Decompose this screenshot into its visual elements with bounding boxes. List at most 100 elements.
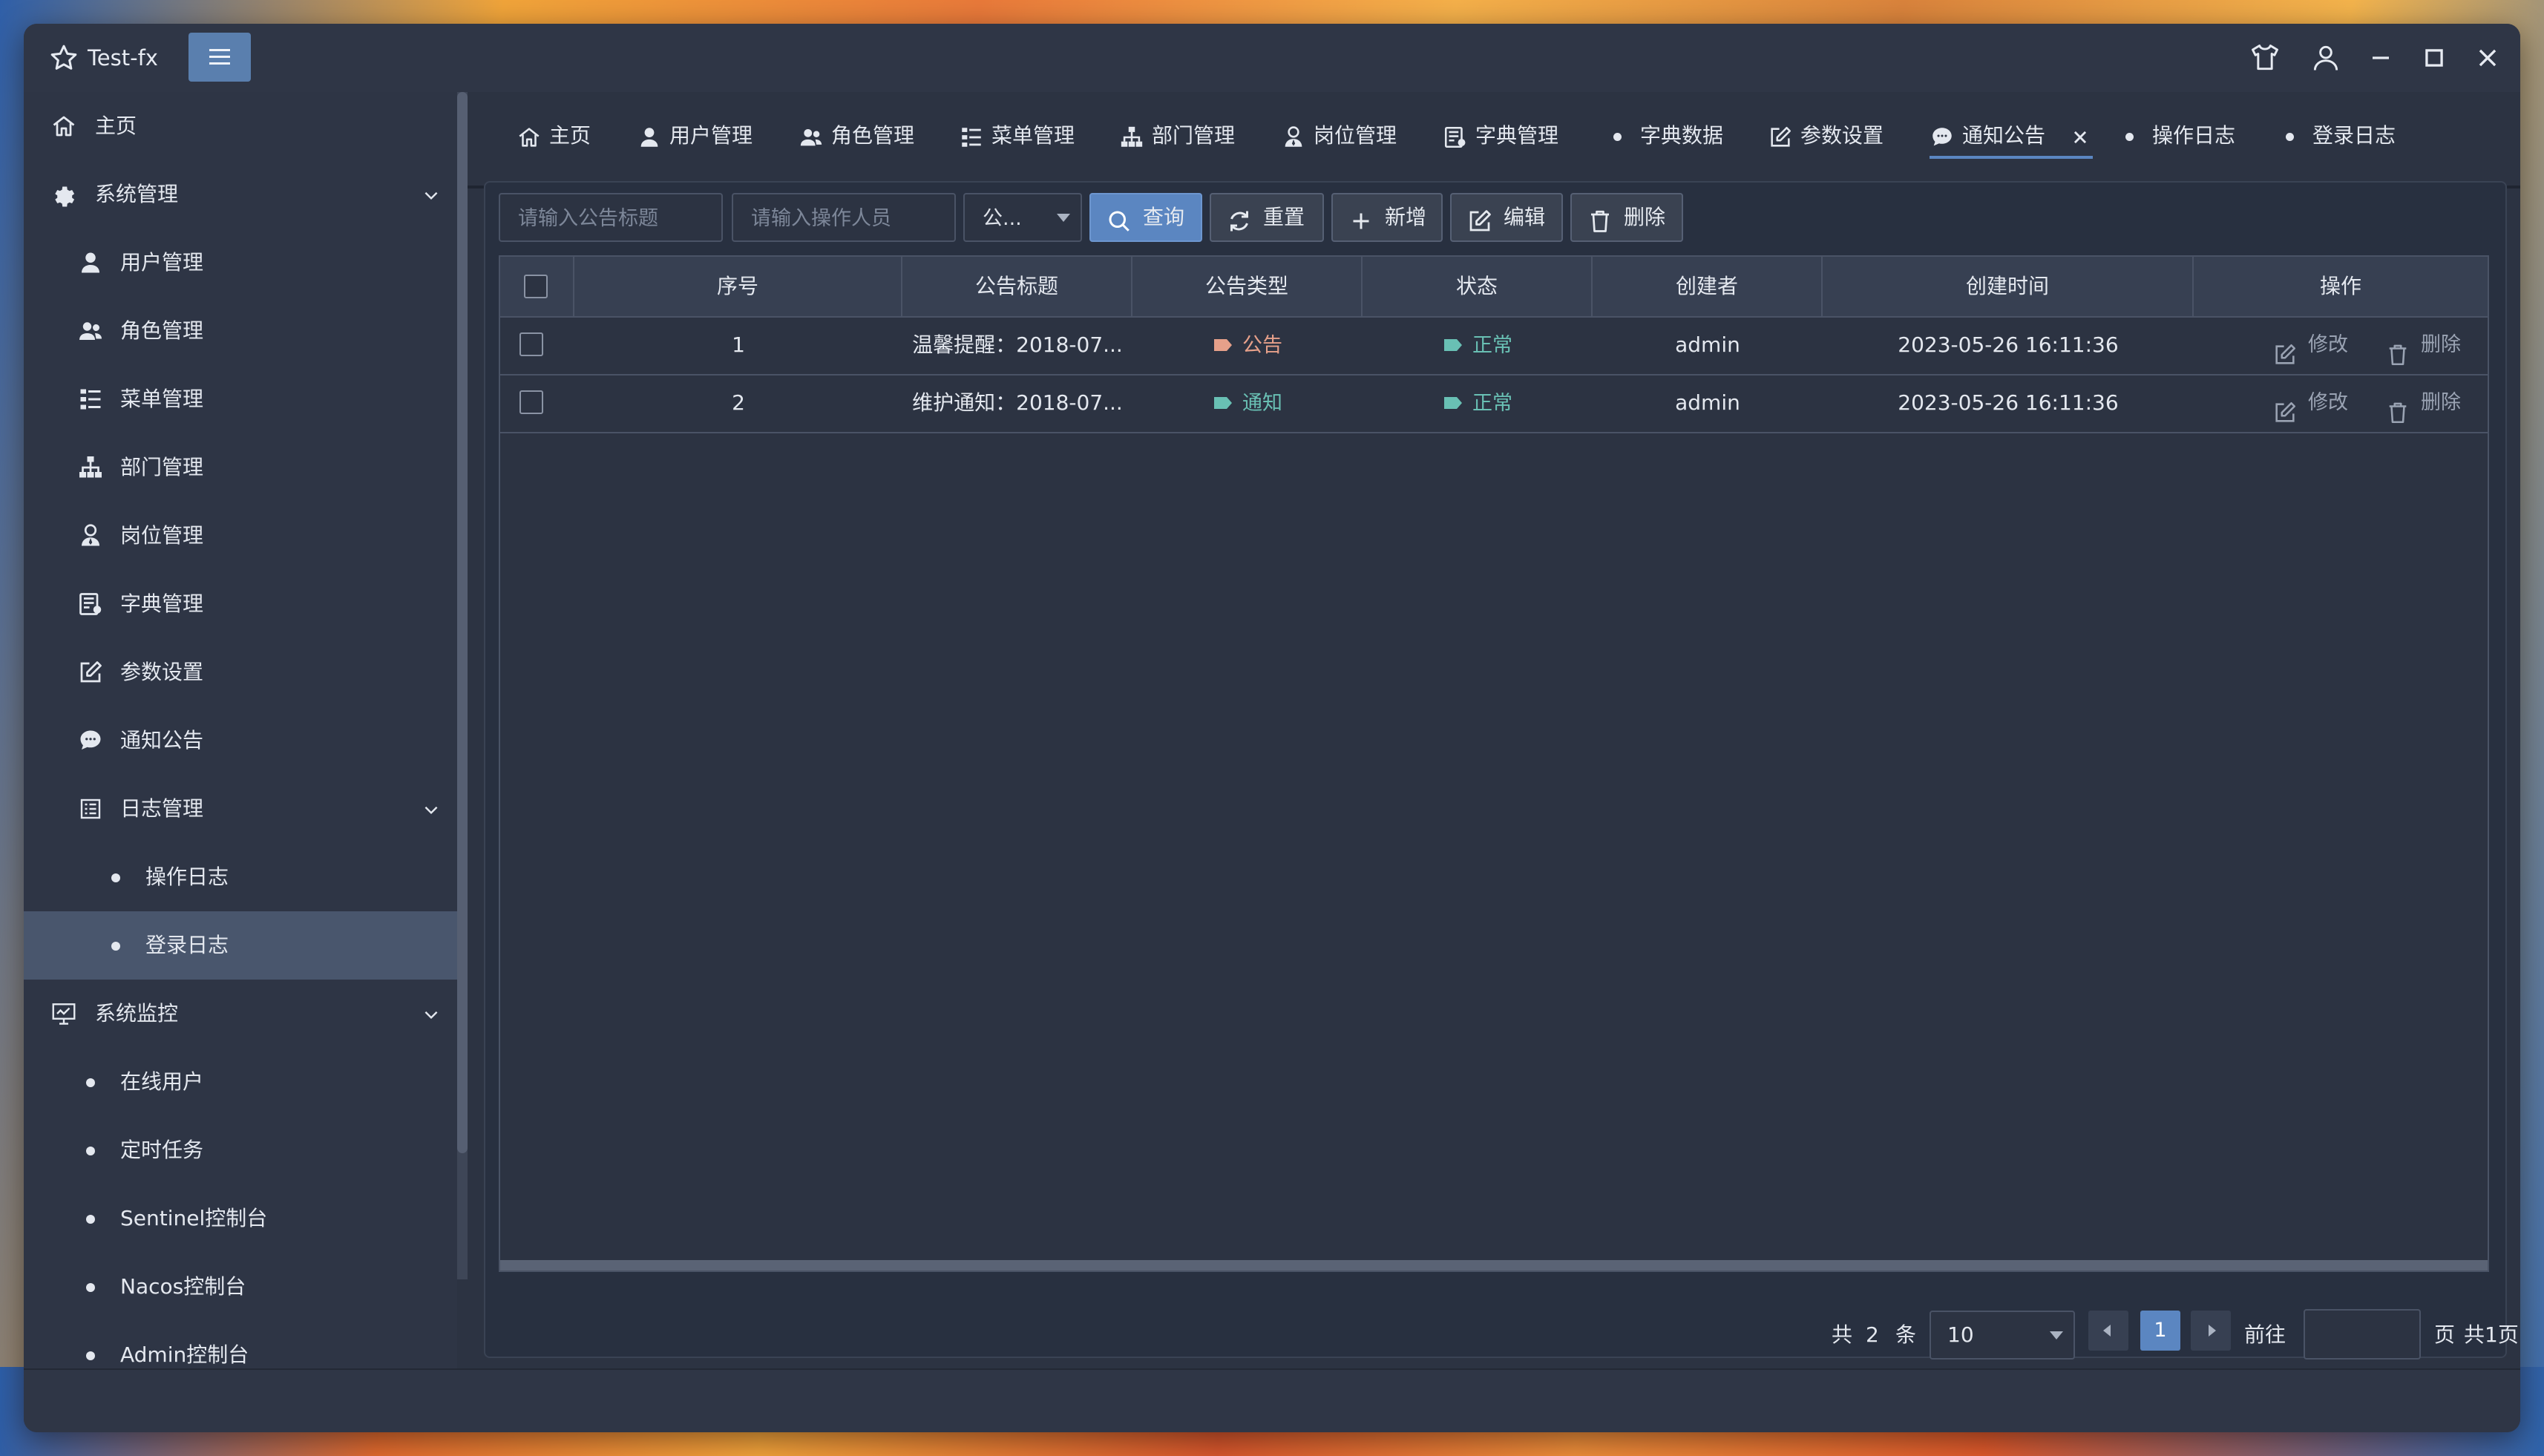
tab-config[interactable]: 参数设置 <box>1768 116 1894 156</box>
maximize-icon[interactable] <box>2418 42 2450 74</box>
column-header-type[interactable]: 公告类型 <box>1132 257 1363 316</box>
sidebar-item-loginlog[interactable]: 登录日志 <box>24 911 457 980</box>
chevron-down-icon <box>422 800 441 819</box>
tab-user[interactable]: 用户管理 <box>637 116 763 156</box>
sidebar-item-role[interactable]: 角色管理 <box>24 297 457 365</box>
cell-status: 正常 <box>1363 316 1593 374</box>
tab-label: 主页 <box>549 123 591 148</box>
column-header-creator[interactable]: 创建者 <box>1593 257 1823 316</box>
tab-dept[interactable]: 部门管理 <box>1119 116 1245 156</box>
sidebar-scrollbar-thumb[interactable] <box>457 92 468 1153</box>
row-checkbox[interactable] <box>519 390 543 414</box>
edit-icon <box>1768 123 1793 148</box>
sidebar-item-nacos[interactable]: Nacos控制台 <box>24 1253 457 1321</box>
search-button[interactable]: 查询 <box>1089 193 1202 242</box>
add-button[interactable]: 新增 <box>1331 193 1443 242</box>
org-chart-icon <box>1119 123 1144 148</box>
goto-page-input[interactable] <box>2304 1309 2421 1360</box>
dot-icon <box>111 942 120 951</box>
row-edit-link[interactable]: 修改 <box>2272 316 2354 374</box>
sidebar-item-sentinel[interactable]: Sentinel控制台 <box>24 1184 457 1253</box>
sidebar-item-oplog[interactable]: 操作日志 <box>24 843 457 911</box>
status-badge-label: 正常 <box>1472 392 1512 415</box>
sidebar-item-config[interactable]: 参数设置 <box>24 638 457 706</box>
tab-post[interactable]: 岗位管理 <box>1281 116 1407 156</box>
column-header-index[interactable]: 序号 <box>574 257 902 316</box>
reset-button-label: 重置 <box>1263 205 1305 229</box>
refresh-icon <box>1226 205 1253 232</box>
status-bar <box>24 1368 2520 1432</box>
tab-role[interactable]: 角色管理 <box>799 116 925 156</box>
sidebar-group-monitor[interactable]: 系统监控 <box>24 980 457 1048</box>
home-icon <box>50 113 77 140</box>
sidebar-item-notice[interactable]: 通知公告 <box>24 706 457 775</box>
tab-oplog[interactable]: 操作日志 <box>2120 116 2246 156</box>
sidebar-group-log[interactable]: 日志管理 <box>24 775 457 843</box>
tab-dict[interactable]: 字典管理 <box>1443 116 1569 156</box>
tab-label: 岗位管理 <box>1314 123 1397 148</box>
next-page-button[interactable] <box>2191 1311 2231 1351</box>
total-pages-label: 共1页 <box>2464 1322 2519 1347</box>
row-edit-label: 修改 <box>2308 391 2348 414</box>
table-row[interactable]: 1 温馨提醒：2018-07... 公告 正常 admin 2023-05-26… <box>500 316 2488 376</box>
column-header-status[interactable]: 状态 <box>1363 257 1593 316</box>
theme-shirt-icon[interactable] <box>2249 42 2281 74</box>
row-edit-link[interactable]: 修改 <box>2272 374 2354 432</box>
table-row[interactable]: 2 维护通知：2018-07... 通知 正常 admin 2023-05-26… <box>500 374 2488 433</box>
dot-icon <box>86 1351 95 1360</box>
sidebar-item-menu[interactable]: 菜单管理 <box>24 365 457 433</box>
status-badge-label: 正常 <box>1472 334 1512 357</box>
delete-button[interactable]: 删除 <box>1570 193 1683 242</box>
select-all-checkbox[interactable] <box>524 275 548 298</box>
row-delete-link[interactable]: 删除 <box>2385 374 2467 432</box>
cell-index: 1 <box>732 332 745 357</box>
row-delete-link[interactable]: 删除 <box>2385 316 2467 374</box>
edit-button[interactable]: 编辑 <box>1450 193 1563 242</box>
column-header-created[interactable]: 创建时间 <box>1823 257 2194 316</box>
user-profile-icon[interactable] <box>2309 42 2342 74</box>
trash-icon <box>2385 332 2410 366</box>
tab-home[interactable]: 主页 <box>517 116 598 156</box>
sidebar-item-online[interactable]: 在线用户 <box>24 1048 457 1116</box>
close-icon[interactable] <box>2471 42 2504 74</box>
minimize-icon[interactable] <box>2364 42 2397 74</box>
sidebar-item-dept[interactable]: 部门管理 <box>24 433 457 502</box>
edit-icon <box>1466 205 1493 232</box>
sidebar-item-home[interactable]: 主页 <box>24 92 457 160</box>
tab-menu[interactable]: 菜单管理 <box>959 116 1085 156</box>
row-checkbox[interactable] <box>519 332 543 356</box>
page-number-current[interactable]: 1 <box>2140 1311 2180 1351</box>
user-tie-icon <box>77 522 104 549</box>
edit-button-label: 编辑 <box>1504 205 1546 229</box>
pagination-total-suffix: 条 <box>1895 1322 1917 1347</box>
notice-title-search-input[interactable]: 请输入公告标题 <box>499 193 723 242</box>
sidebar-item-admin[interactable]: Admin控制台 <box>24 1321 457 1368</box>
trash-icon <box>2385 390 2410 424</box>
tab-notice[interactable]: 通知公告 <box>1930 116 2093 159</box>
sidebar-group-system[interactable]: 系统管理 <box>24 160 457 229</box>
cell-type: 公告 <box>1132 316 1363 374</box>
prev-page-button[interactable] <box>2088 1311 2128 1351</box>
tag-icon <box>1214 397 1232 409</box>
title-bar[interactable]: Test-fx <box>24 24 2520 92</box>
cell-creator: admin <box>1675 390 1740 415</box>
tab-label: 部门管理 <box>1152 123 1236 148</box>
dot-icon <box>1613 133 1622 141</box>
close-icon[interactable] <box>2068 123 2093 148</box>
dot-icon <box>86 1078 95 1087</box>
tab-loginlog[interactable]: 登录日志 <box>2280 116 2406 156</box>
page-size-select[interactable]: 10 <box>1930 1311 2075 1360</box>
sidebar-item-post[interactable]: 岗位管理 <box>24 502 457 570</box>
sidebar-item-dict[interactable]: 字典管理 <box>24 570 457 638</box>
sidebar-item-job[interactable]: 定时任务 <box>24 1116 457 1184</box>
app-window: Test-fx 主页 系统管理 用户管理 角色管理 菜单管理 部门管理 岗位管理… <box>24 24 2520 1432</box>
table-horizontal-scrollbar[interactable] <box>500 1260 2488 1270</box>
column-header-title[interactable]: 公告标题 <box>902 257 1132 316</box>
tab-dict-data[interactable]: 字典数据 <box>1607 116 1734 156</box>
reset-button[interactable]: 重置 <box>1210 193 1324 242</box>
sidebar-item-user[interactable]: 用户管理 <box>24 229 457 297</box>
notice-type-select[interactable]: 公... <box>963 193 1082 242</box>
hamburger-menu-button[interactable] <box>188 33 251 82</box>
operator-search-input[interactable]: 请输入操作人员 <box>732 193 956 242</box>
row-delete-label: 删除 <box>2421 333 2461 356</box>
